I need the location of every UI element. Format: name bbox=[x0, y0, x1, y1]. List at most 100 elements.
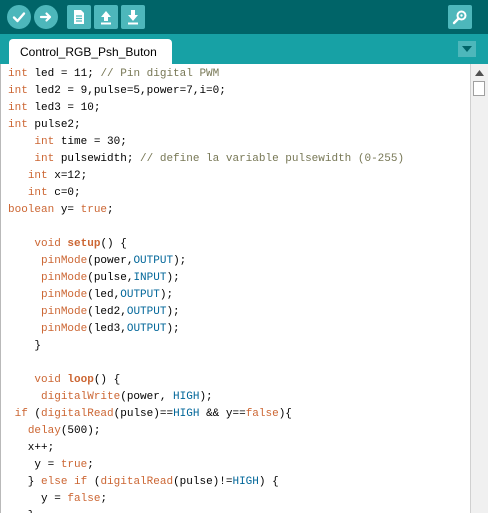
scroll-up-button[interactable] bbox=[473, 66, 486, 79]
code-editor[interactable]: int led = 11; // Pin digital PWM int led2… bbox=[0, 64, 470, 513]
code-token: pulse2; bbox=[27, 119, 81, 131]
open-button[interactable] bbox=[94, 5, 118, 29]
code-token: int bbox=[34, 153, 55, 165]
code-token: int bbox=[34, 136, 55, 148]
code-token: ) { bbox=[258, 476, 279, 488]
code-token: y = bbox=[8, 493, 68, 505]
code-token: led3 = 10; bbox=[27, 102, 101, 114]
chevron-up-icon bbox=[475, 69, 484, 76]
code-line[interactable]: y = false; bbox=[8, 491, 107, 508]
code-token: && y== bbox=[199, 408, 246, 420]
code-line[interactable]: int led3 = 10; bbox=[8, 100, 100, 117]
code-line[interactable]: pinMode(power,OUTPUT); bbox=[8, 253, 186, 270]
code-token: int bbox=[8, 119, 28, 131]
code-line[interactable]: pinMode(led,OUTPUT); bbox=[8, 287, 173, 304]
code-token: led2 = 9,pulse=5,power=7,i=0; bbox=[27, 85, 226, 97]
code-token: x++; bbox=[8, 442, 55, 454]
code-token: else bbox=[41, 476, 68, 488]
code-line[interactable]: int led2 = 9,pulse=5,power=7,i=0; bbox=[8, 83, 226, 100]
code-line[interactable]: x++; bbox=[8, 440, 54, 457]
code-token: ); bbox=[159, 289, 174, 301]
code-line[interactable]: int pulse2; bbox=[8, 117, 81, 134]
code-token: digitalRead bbox=[41, 408, 114, 420]
code-token: void bbox=[34, 238, 61, 250]
arrow-up-icon bbox=[101, 11, 111, 25]
code-token: boolean bbox=[8, 204, 55, 216]
code-token: y = bbox=[8, 459, 61, 471]
code-line[interactable]: int c=0; bbox=[8, 185, 81, 202]
code-token: loop bbox=[67, 374, 94, 386]
code-token: int bbox=[8, 102, 28, 114]
code-token: ); bbox=[173, 255, 187, 267]
vertical-scrollbar[interactable] bbox=[470, 64, 488, 513]
code-token: ; bbox=[87, 459, 94, 471]
code-token: ){ bbox=[278, 408, 292, 420]
code-line[interactable]: digitalWrite(power, HIGH); bbox=[8, 389, 213, 406]
code-token: ( bbox=[87, 476, 101, 488]
code-line[interactable]: int pulsewidth; // define la variable pu… bbox=[8, 151, 404, 168]
code-token: OUTPUT bbox=[120, 289, 160, 301]
code-token: ; bbox=[107, 204, 114, 216]
code-line[interactable]: pinMode(led2,OUTPUT); bbox=[8, 304, 180, 321]
scroll-thumb[interactable] bbox=[473, 81, 485, 96]
code-line[interactable]: void loop() { bbox=[8, 372, 120, 389]
triangle-down-icon bbox=[462, 46, 472, 52]
code-line[interactable]: void setup() { bbox=[8, 236, 126, 253]
code-token: (pulse)!= bbox=[173, 476, 233, 488]
code-token: digitalWrite bbox=[41, 391, 121, 403]
code-token: (power, bbox=[120, 391, 174, 403]
code-token: true bbox=[80, 204, 108, 216]
code-line[interactable]: int x=12; bbox=[8, 168, 87, 185]
save-button[interactable] bbox=[121, 5, 145, 29]
code-token: x=12; bbox=[47, 170, 88, 182]
code-token: OUTPUT bbox=[133, 255, 174, 267]
code-line[interactable]: } bbox=[8, 338, 41, 355]
code-token: (power, bbox=[87, 255, 134, 267]
code-token: if bbox=[74, 476, 88, 488]
code-line[interactable]: if (digitalRead(pulse)==HIGH && y==false… bbox=[8, 406, 292, 423]
arrow-down-icon bbox=[128, 10, 138, 25]
document-icon bbox=[74, 10, 84, 24]
code-line[interactable]: } else if (digitalRead(pulse)!=HIGH) { bbox=[8, 474, 279, 491]
code-token: (led2, bbox=[87, 306, 127, 318]
code-token: ); bbox=[166, 306, 180, 318]
code-token: c=0; bbox=[47, 187, 81, 199]
code-token: // define la variable pulsewidth (0-255) bbox=[140, 153, 405, 165]
code-token: pinMode bbox=[41, 323, 88, 335]
code-line[interactable]: y = true; bbox=[8, 457, 94, 474]
code-token: ); bbox=[166, 323, 180, 335]
code-token: digitalRead bbox=[100, 476, 174, 488]
code-token: int bbox=[8, 85, 28, 97]
code-line[interactable]: int led = 11; // Pin digital PWM bbox=[8, 66, 219, 83]
code-token: (500); bbox=[60, 425, 101, 437]
code-line[interactable]: } bbox=[8, 508, 35, 513]
code-token: void bbox=[34, 374, 61, 386]
code-line[interactable]: pinMode(led3,OUTPUT); bbox=[8, 321, 180, 338]
code-line[interactable]: int time = 30; bbox=[8, 134, 126, 151]
code-line[interactable]: pinMode(pulse,INPUT); bbox=[8, 270, 180, 287]
code-token: } bbox=[8, 340, 42, 352]
upload-button[interactable] bbox=[34, 5, 58, 29]
verify-button[interactable] bbox=[7, 5, 31, 29]
code-token: int bbox=[8, 68, 28, 80]
serial-monitor-button[interactable] bbox=[448, 5, 472, 29]
code-token: int bbox=[27, 187, 48, 199]
tab-sketch[interactable]: Control_RGB_Psh_Buton bbox=[9, 39, 172, 64]
code-token: INPUT bbox=[133, 272, 167, 284]
code-line[interactable]: boolean y= true; bbox=[8, 202, 114, 219]
code-token: ( bbox=[27, 408, 42, 420]
code-token: pinMode bbox=[41, 255, 88, 267]
magnifier-icon bbox=[452, 10, 467, 25]
code-token: (pulse, bbox=[87, 272, 134, 284]
code-token: OUTPUT bbox=[126, 306, 167, 318]
code-line[interactable]: delay(500); bbox=[8, 423, 101, 440]
tab-menu-button[interactable] bbox=[458, 41, 476, 57]
new-button[interactable] bbox=[67, 5, 91, 29]
